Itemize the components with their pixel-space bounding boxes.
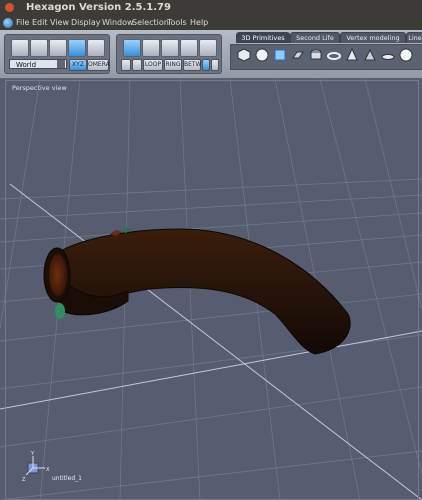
tab-second-life[interactable]: Second Life [290,32,340,43]
camera-button[interactable]: OMERA [87,59,110,71]
grow-selection-icon[interactable] [202,59,210,71]
menu-display[interactable]: Display [71,16,101,30]
xyz-button[interactable]: XYZ [69,59,87,71]
scale-icon[interactable] [49,39,67,57]
space-dropdown[interactable]: World [9,59,67,69]
universal-manipulator-icon[interactable] [68,39,86,57]
select-vertex-icon[interactable] [142,39,160,57]
document-name: untitled_1 [52,475,82,482]
viewport-frame [5,80,419,500]
tab-3d-primitives[interactable]: 3D Primitives [236,32,290,43]
menu-file[interactable]: File [16,16,29,30]
menu-tools[interactable]: Tools [167,16,187,30]
manipulator-group: World XYZ OMERA [4,34,110,74]
chevron-down-icon [57,60,65,68]
app-logo-icon [3,18,13,28]
select-arrow-icon[interactable] [11,39,29,57]
shrink-selection-icon[interactable] [211,59,219,71]
menu-selection[interactable]: Selection [132,16,169,30]
cylinder-primitive-icon[interactable] [309,48,323,62]
pyramid-primitive-icon[interactable] [363,48,377,62]
menu-bar: File Edit View Display Window Selection … [0,16,422,30]
menu-edit[interactable]: Edit [32,16,48,30]
paint-select-icon[interactable] [132,59,142,71]
menu-window[interactable]: Window [102,16,134,30]
loop-button[interactable]: LOOP [143,59,163,71]
sphere-primitive-icon[interactable] [255,48,269,62]
box-primitive-icon[interactable] [273,48,287,62]
title-bar: Hexagon Version 2.5.1.79 [0,0,422,16]
toolbar: World XYZ OMERA LOOP RING BETW 3D Primit… [0,30,422,79]
torus-primitive-icon[interactable] [327,48,341,62]
plane-primitive-icon[interactable] [291,48,305,62]
between-button[interactable]: BETW [183,59,202,71]
tab-line[interactable]: Line [406,32,422,43]
ring-button[interactable]: RING [164,59,182,71]
disk-primitive-icon[interactable] [381,48,395,62]
tab-vertex-modeling[interactable]: Vertex modeling [340,32,406,43]
select-edge-icon[interactable] [161,39,179,57]
menu-help[interactable]: Help [190,16,208,30]
lasso-icon[interactable] [121,59,131,71]
selection-mode-group: LOOP RING BETW [116,34,222,74]
rotate-icon[interactable] [30,39,48,57]
space-dropdown-value: World [16,61,37,69]
close-window-button[interactable] [5,3,14,12]
select-auto-icon[interactable] [199,39,217,57]
cube-primitive-icon[interactable] [237,48,251,62]
select-object-icon[interactable] [123,39,141,57]
lock-icon[interactable] [87,39,105,57]
cone-primitive-icon[interactable] [345,48,359,62]
primitives-palette [230,44,422,70]
viewport-label: Perspective view [12,84,67,92]
menu-view[interactable]: View [50,16,69,30]
window-title: Hexagon Version 2.5.1.79 [26,2,171,13]
select-face-icon[interactable] [180,39,198,57]
geosphere-primitive-icon[interactable] [399,48,413,62]
